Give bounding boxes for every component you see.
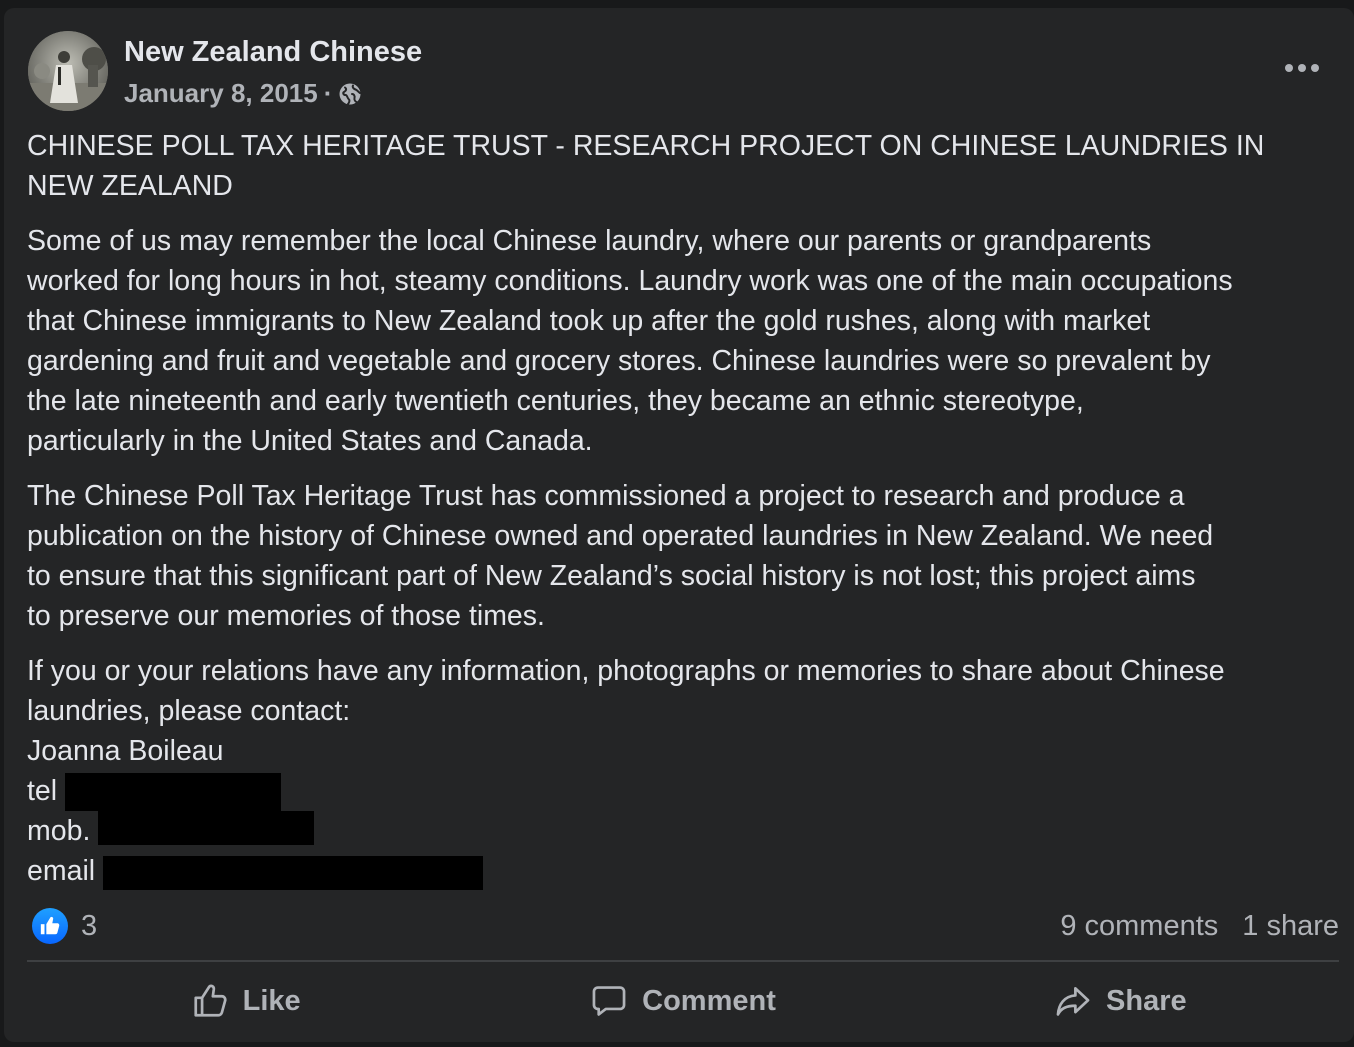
thumbs-up-icon <box>40 916 60 935</box>
comment-bubble-icon <box>592 986 626 1016</box>
text-line: The Chinese Poll Tax Heritage Trust has … <box>27 480 1185 512</box>
text-line: laundries, please contact: <box>27 695 351 727</box>
redacted-tel <box>65 773 282 812</box>
tel-label: tel <box>27 775 58 807</box>
contact-tel-line: tel <box>27 771 1349 812</box>
engagement-stats: 9 comments 1 share <box>1060 910 1339 943</box>
post-meta: January 8, 2015 · <box>124 78 362 109</box>
comment-button[interactable]: Comment <box>464 968 901 1034</box>
post-paragraph: Some of us may remember the local Chines… <box>27 221 1349 461</box>
more-options-button[interactable] <box>1280 54 1324 82</box>
text-line: that Chinese immigrants to New Zealand t… <box>27 305 1151 337</box>
globe-icon <box>339 83 362 105</box>
email-label: email <box>27 855 96 888</box>
post-body: CHINESE POLL TAX HERITAGE TRUST - RESEAR… <box>27 126 1349 906</box>
post-heading: CHINESE POLL TAX HERITAGE TRUST - RESEAR… <box>27 126 1349 206</box>
text-line: worked for long hours in hot, steamy con… <box>27 265 1233 297</box>
like-reaction-badge[interactable] <box>32 908 68 944</box>
text-line: NEW ZEALAND <box>27 170 233 202</box>
text-line: Some of us may remember the local Chines… <box>27 225 1152 257</box>
shares-count[interactable]: 1 share <box>1242 910 1339 943</box>
text-line: If you or your relations have any inform… <box>27 655 1225 687</box>
post-paragraph: If you or your relations have any inform… <box>27 651 1349 891</box>
contact-name: Joanna Boileau <box>27 735 224 767</box>
like-button[interactable]: Like <box>27 968 464 1034</box>
post-paragraph: The Chinese Poll Tax Heritage Trust has … <box>27 476 1349 636</box>
text-line: particularly in the United States and Ca… <box>27 425 593 457</box>
reaction-count[interactable]: 3 <box>81 910 97 943</box>
contact-email-line: email <box>27 851 1349 891</box>
post-date[interactable]: January 8, 2015 <box>124 78 318 109</box>
reactions-summary: 3 9 comments 1 share <box>27 906 1339 946</box>
text-line: the late nineteenth and early twentieth … <box>27 385 1084 417</box>
like-label: Like <box>242 984 301 1017</box>
comments-count[interactable]: 9 comments <box>1060 910 1218 943</box>
thumbs-up-outline-icon <box>194 984 227 1017</box>
text-line: to ensure that this significant part of … <box>27 560 1196 592</box>
page-avatar[interactable] <box>28 31 108 111</box>
contact-mob-line: mob. <box>27 810 1349 851</box>
avatar-photo <box>28 31 108 111</box>
text-line: CHINESE POLL TAX HERITAGE TRUST - RESEAR… <box>27 130 1265 162</box>
post-actions: Like Comment Share <box>27 968 1339 1034</box>
page-name[interactable]: New Zealand Chinese <box>124 36 422 69</box>
share-arrow-icon <box>1056 986 1090 1016</box>
share-label: Share <box>1106 984 1187 1017</box>
more-horizontal-icon <box>1285 64 1319 72</box>
post-card: New Zealand Chinese January 8, 2015 · CH… <box>4 8 1354 1042</box>
mob-label: mob. <box>27 815 91 848</box>
actions-divider <box>27 960 1339 962</box>
redacted-email <box>103 855 484 890</box>
comment-label: Comment <box>642 984 776 1017</box>
redacted-mob <box>98 810 315 845</box>
meta-separator: · <box>323 78 333 108</box>
text-line: gardening and fruit and vegetable and gr… <box>27 345 1211 377</box>
text-line: publication on the history of Chinese ow… <box>27 520 1214 552</box>
share-button[interactable]: Share <box>902 968 1339 1034</box>
text-line: to preserve our memories of those times. <box>27 600 545 632</box>
